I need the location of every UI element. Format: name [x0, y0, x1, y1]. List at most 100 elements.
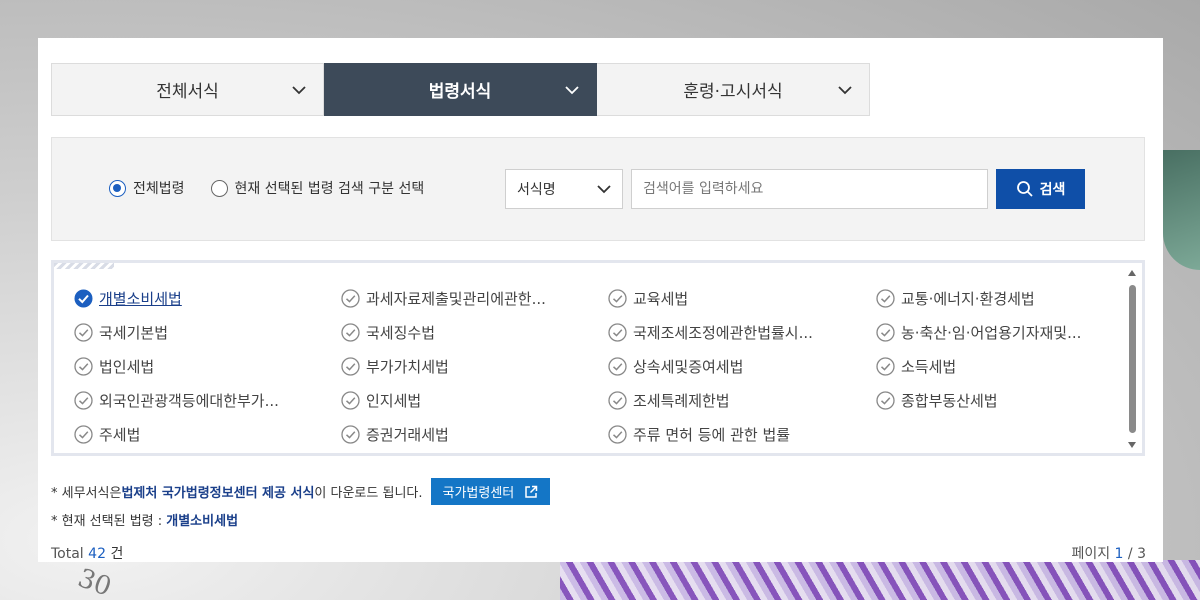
- search-input[interactable]: [631, 169, 988, 209]
- search-button[interactable]: 검색: [996, 169, 1085, 209]
- search-area: 전체법령 현재 선택된 법령 검색 구분 선택 서식명 검색: [51, 137, 1145, 241]
- law-item-label: 과세자료제출및관리에관한...: [366, 289, 546, 308]
- selected-law-note: * 현재 선택된 법령 : 개별소비세법: [51, 510, 238, 529]
- check-circle-filled-icon: [74, 289, 93, 307]
- law-item[interactable]: 국제조세조정에관한법률시...: [608, 315, 876, 349]
- law-item-label: 인지세법: [366, 391, 422, 410]
- law-list: 개별소비세법 과세자료제출및관리에관한... 교육세법 교통·에너지·환경세법국세기본…: [51, 260, 1145, 456]
- check-circle-icon: [876, 390, 895, 410]
- law-item-label: 소득세법: [901, 357, 957, 376]
- background-stripes: [560, 560, 1200, 600]
- law-item-label: 증권거래세법: [366, 425, 449, 444]
- law-item-label: 개별소비세법: [99, 289, 182, 308]
- law-item[interactable]: 법인세법: [74, 349, 341, 383]
- law-scope-radio-group: 전체법령 현재 선택된 법령 검색 구분 선택: [109, 178, 450, 198]
- tab-law-forms[interactable]: 법령서식: [324, 63, 597, 116]
- tab-label: 훈령·고시서식: [683, 82, 783, 102]
- law-item[interactable]: 개별소비세법: [74, 281, 341, 315]
- law-item[interactable]: 인지세법: [341, 383, 608, 417]
- law-item[interactable]: 증권거래세법: [341, 417, 608, 451]
- check-circle-icon: [341, 424, 360, 444]
- list-scrollbar[interactable]: [1126, 267, 1138, 451]
- check-circle-icon: [341, 356, 360, 376]
- law-item[interactable]: 상속세및증여세법: [608, 349, 876, 383]
- law-item[interactable]: 교육세법: [608, 281, 876, 315]
- total-unit: 건: [110, 546, 124, 562]
- scrollbar-thumb[interactable]: [1129, 285, 1136, 433]
- law-item-label: 국세징수법: [366, 323, 436, 342]
- check-circle-icon: [74, 424, 93, 444]
- check-circle-icon: [876, 322, 895, 342]
- law-item[interactable]: 외국인관광객등에대한부가...: [74, 383, 341, 417]
- check-circle-icon: [608, 424, 627, 444]
- scroll-up-icon[interactable]: [1126, 267, 1138, 279]
- chevron-down-icon: [292, 85, 306, 94]
- chevron-down-icon: [597, 185, 611, 194]
- tab-all-forms[interactable]: 전체서식: [51, 63, 324, 116]
- page-current: 1: [1114, 546, 1124, 562]
- law-item[interactable]: 주류 면허 등에 관한 법률: [608, 417, 876, 451]
- radio-all-laws[interactable]: 전체법령: [109, 178, 185, 198]
- law-center-button[interactable]: 국가법령센터: [430, 478, 551, 505]
- radio-label: 전체법령: [133, 181, 185, 197]
- law-item-label: 외국인관광객등에대한부가...: [99, 391, 279, 410]
- law-item-label: 조세특례제한법: [633, 391, 730, 410]
- law-item-label: 부가가치세법: [366, 357, 449, 376]
- selected-law-name: 개별소비세법: [166, 514, 239, 529]
- check-circle-icon: [608, 322, 627, 342]
- chevron-down-icon: [565, 85, 579, 94]
- law-item-label: 주류 면허 등에 관한 법률: [633, 425, 791, 444]
- law-item[interactable]: 국세기본법: [74, 315, 341, 349]
- radio-selected-law[interactable]: 현재 선택된 법령 검색 구분 선택: [210, 178, 425, 198]
- check-circle-icon: [608, 288, 627, 308]
- check-circle-icon: [608, 356, 627, 376]
- scroll-down-icon[interactable]: [1126, 439, 1138, 451]
- form-tabs: 전체서식 법령서식 훈령·고시서식: [51, 63, 870, 116]
- check-circle-icon: [74, 322, 93, 342]
- law-item-label: 국제조세조정에관한법률시...: [633, 323, 813, 342]
- law-item-label: 교육세법: [633, 289, 689, 308]
- tab-label: 법령서식: [428, 82, 492, 102]
- note-prefix: * 현재 선택된 법령 :: [51, 514, 167, 529]
- download-note: * 세무서식은 법제처 국가법령정보센터 제공 서식 이 다운로드 됩니다. 국…: [51, 478, 551, 505]
- law-item[interactable]: 부가가치세법: [341, 349, 608, 383]
- law-item[interactable]: 국세징수법: [341, 315, 608, 349]
- total-count: Total 42 건: [51, 543, 123, 563]
- radio-unchecked-icon: [210, 179, 228, 197]
- check-circle-icon: [608, 390, 627, 410]
- tab-label: 전체서식: [156, 82, 219, 102]
- radio-label: 현재 선택된 법령 검색 구분 선택: [234, 181, 425, 197]
- select-value: 서식명: [517, 182, 556, 198]
- law-item-label: 상속세및증여세법: [633, 357, 744, 376]
- tab-directive-forms[interactable]: 훈령·고시서식: [597, 63, 870, 116]
- law-item-label: 법인세법: [99, 357, 155, 376]
- page-label: 페이지: [1071, 546, 1111, 562]
- law-item-label: 농·축산·임·어업용기자재및...: [901, 323, 1082, 342]
- note-suffix: 이 다운로드 됩니다.: [314, 486, 423, 501]
- check-circle-icon: [341, 288, 360, 308]
- law-item[interactable]: 소득세법: [876, 349, 1116, 383]
- law-item[interactable]: 농·축산·임·어업용기자재및...: [876, 315, 1116, 349]
- law-center-label: 국가법령센터: [442, 486, 515, 501]
- search-button-label: 검색: [1039, 182, 1066, 198]
- page-total: 3: [1137, 546, 1146, 562]
- law-item[interactable]: 주세법: [74, 417, 341, 451]
- law-item-label: 주세법: [99, 425, 141, 444]
- law-item-label: 교통·에너지·환경세법: [901, 289, 1035, 308]
- forms-panel: 전체서식 법령서식 훈령·고시서식 전체법령 현재 선택된 법령 검색 구분 선…: [38, 38, 1163, 562]
- search-type-select[interactable]: 서식명: [505, 169, 623, 209]
- law-item[interactable]: 교통·에너지·환경세법: [876, 281, 1116, 315]
- law-item[interactable]: 과세자료제출및관리에관한...: [341, 281, 608, 315]
- law-grid: 개별소비세법 과세자료제출및관리에관한... 교육세법 교통·에너지·환경세법국세기본…: [74, 281, 1116, 451]
- check-circle-icon: [74, 356, 93, 376]
- check-circle-icon: [876, 288, 895, 308]
- law-item[interactable]: 종합부동산세법: [876, 383, 1116, 417]
- law-item[interactable]: 조세특례제한법: [608, 383, 876, 417]
- check-circle-icon: [341, 390, 360, 410]
- law-item-label: 국세기본법: [99, 323, 169, 342]
- note-prefix: * 세무서식은: [51, 486, 122, 501]
- decorative-corner: [54, 263, 114, 269]
- chevron-down-icon: [838, 85, 852, 94]
- total-label: Total: [51, 546, 84, 562]
- page-indicator: 페이지 1 / 3: [1071, 543, 1146, 563]
